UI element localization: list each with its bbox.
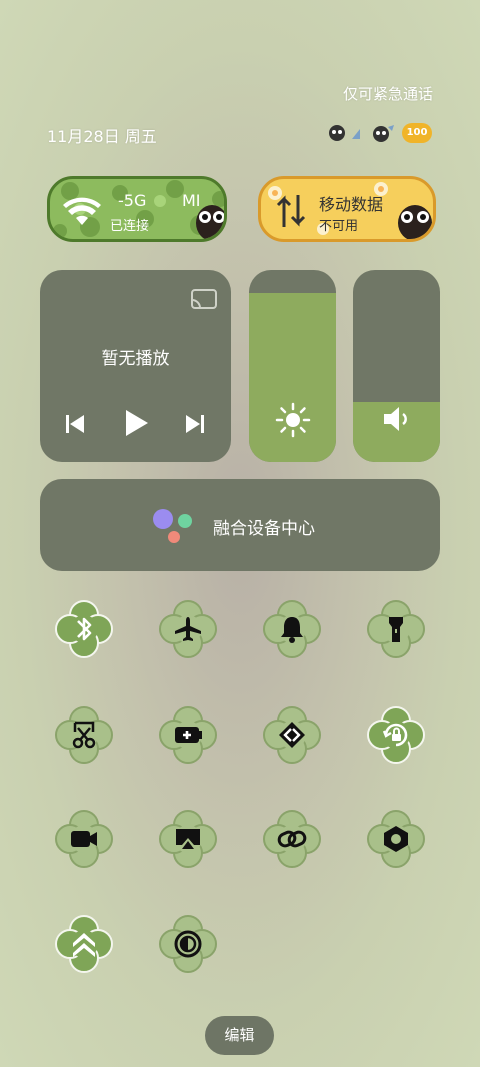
previous-track-icon[interactable] xyxy=(64,413,86,435)
black-cat-icon xyxy=(398,205,432,239)
cast-icon[interactable] xyxy=(190,288,218,310)
toggle-screenshot[interactable] xyxy=(54,705,114,765)
link-icon xyxy=(277,830,307,848)
toggle-double-chevron-up[interactable] xyxy=(54,914,114,974)
mobile-data-subtitle: 不可用 xyxy=(319,219,359,234)
device-center-label: 融合设备中心 xyxy=(213,519,315,539)
speaker-icon xyxy=(384,407,407,431)
nearby-share-icon xyxy=(279,722,305,748)
toggle-airplane[interactable] xyxy=(158,599,218,659)
next-track-icon[interactable] xyxy=(184,413,206,435)
toggle-video-camera[interactable] xyxy=(54,809,114,869)
media-status-text: 暂无播放 xyxy=(101,349,170,369)
toggle-settings-hex[interactable] xyxy=(366,809,426,869)
toggle-screen-cast[interactable] xyxy=(158,809,218,869)
rotation-lock-icon xyxy=(382,723,408,747)
battery-indicator: 100 xyxy=(402,123,432,143)
double-chevron-up-icon xyxy=(73,933,95,957)
date-text: 11月28日 周五 xyxy=(47,127,157,146)
bell-icon xyxy=(281,617,303,643)
screenshot-icon xyxy=(72,721,96,749)
toggle-bluetooth[interactable] xyxy=(54,599,114,659)
bluetooth-icon xyxy=(77,617,92,641)
toggle-rotation-lock[interactable] xyxy=(366,705,426,765)
toggle-battery-saver[interactable] xyxy=(158,705,218,765)
sun-icon xyxy=(275,402,311,438)
airplane-icon xyxy=(175,617,201,641)
screen-cast-icon xyxy=(176,829,200,849)
emergency-calls-only-text: 仅可紧急通话 xyxy=(343,85,434,103)
black-cat-icon xyxy=(196,205,224,239)
mobile-data-title: 移动数据 xyxy=(319,195,384,214)
flashlight-icon xyxy=(389,617,403,642)
toggle-nearby-share[interactable] xyxy=(262,705,322,765)
wifi-subtitle: 已连接 xyxy=(110,219,150,234)
device-center-button[interactable]: 融合设备中心 xyxy=(40,479,440,571)
battery-saver-icon xyxy=(175,727,202,743)
toggle-bell[interactable] xyxy=(262,599,322,659)
status-icons: 100 xyxy=(326,121,436,145)
brightness-slider[interactable] xyxy=(249,270,336,462)
wifi-toggle[interactable]: -5G MI 已连接 xyxy=(47,176,227,242)
data-arrows-icon xyxy=(276,195,306,227)
wifi-icon xyxy=(63,197,101,225)
toggle-contrast[interactable] xyxy=(158,914,218,974)
toggle-flashlight[interactable] xyxy=(366,599,426,659)
mobile-data-toggle[interactable]: 移动数据 不可用 xyxy=(258,176,436,242)
toggle-link[interactable] xyxy=(262,809,322,869)
device-center-dots-icon xyxy=(153,509,192,543)
video-camera-icon xyxy=(71,831,97,847)
play-icon[interactable] xyxy=(122,408,150,438)
settings-hex-icon xyxy=(384,826,408,852)
media-player-tile[interactable]: 暂无播放 xyxy=(40,270,231,462)
wifi-title: -5G xyxy=(118,191,147,210)
contrast-icon xyxy=(174,930,202,958)
volume-slider[interactable] xyxy=(353,270,440,462)
edit-button[interactable]: 编辑 xyxy=(205,1016,274,1055)
